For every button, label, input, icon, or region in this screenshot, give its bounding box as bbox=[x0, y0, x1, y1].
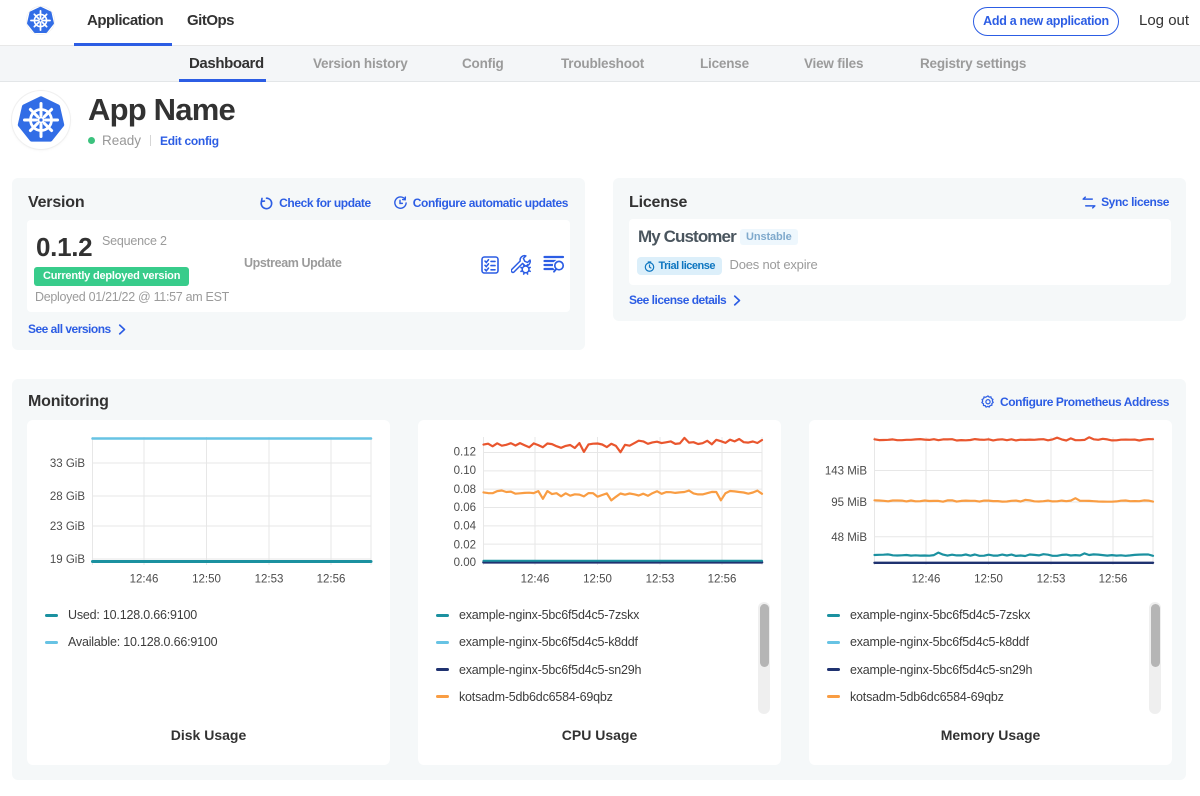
svg-text:12:46: 12:46 bbox=[912, 574, 941, 586]
svg-text:12:56: 12:56 bbox=[1099, 574, 1128, 586]
svg-text:12:46: 12:46 bbox=[521, 574, 550, 586]
svg-text:0.12: 0.12 bbox=[454, 446, 476, 458]
svg-text:0.00: 0.00 bbox=[454, 557, 476, 569]
svg-text:0.08: 0.08 bbox=[454, 484, 476, 496]
svg-text:12:46: 12:46 bbox=[130, 574, 159, 586]
svg-text:12:53: 12:53 bbox=[646, 574, 675, 586]
svg-text:12:50: 12:50 bbox=[192, 574, 221, 586]
svg-text:0.02: 0.02 bbox=[454, 539, 476, 551]
svg-text:12:50: 12:50 bbox=[974, 574, 1003, 586]
svg-text:12:56: 12:56 bbox=[317, 574, 346, 586]
svg-text:143 MiB: 143 MiB bbox=[825, 466, 868, 478]
svg-text:0.06: 0.06 bbox=[454, 502, 476, 514]
svg-text:12:53: 12:53 bbox=[1037, 574, 1066, 586]
svg-text:48 MiB: 48 MiB bbox=[831, 532, 867, 544]
svg-text:19 GiB: 19 GiB bbox=[50, 554, 85, 566]
svg-text:95 MiB: 95 MiB bbox=[831, 497, 867, 509]
svg-text:0.04: 0.04 bbox=[454, 521, 477, 533]
svg-text:28 GiB: 28 GiB bbox=[50, 491, 85, 503]
svg-text:12:56: 12:56 bbox=[708, 574, 737, 586]
svg-text:12:53: 12:53 bbox=[255, 574, 284, 586]
svg-text:23 GiB: 23 GiB bbox=[50, 521, 85, 533]
svg-text:0.10: 0.10 bbox=[454, 465, 476, 477]
svg-text:33 GiB: 33 GiB bbox=[50, 458, 85, 470]
svg-text:12:50: 12:50 bbox=[583, 574, 612, 586]
